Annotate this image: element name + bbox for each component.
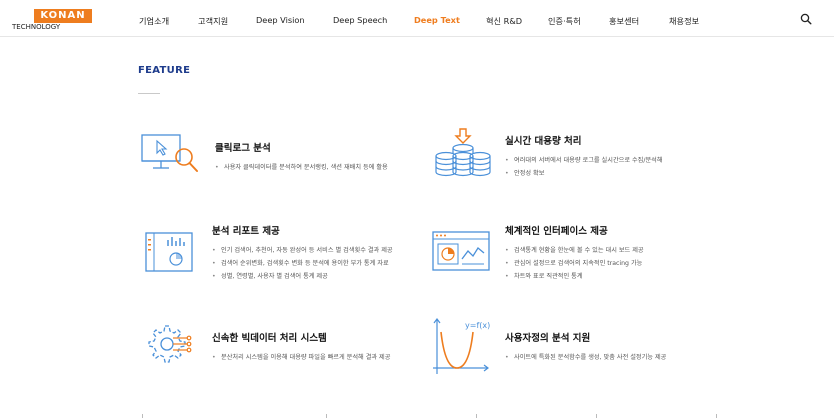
function-label: y=f(x) [465, 321, 490, 330]
list-item: 안정성 확보 [505, 167, 663, 180]
function-graph-icon: y=f(x) [433, 318, 490, 374]
feature-title: 신속한 빅데이터 처리 시스템 [212, 333, 327, 344]
section-title: FEATURE [138, 65, 191, 76]
edge-tick [596, 414, 597, 418]
nav-item-patents[interactable]: 인증·특허 [548, 15, 581, 27]
nav-item-deep-speech[interactable]: Deep Speech [333, 15, 387, 25]
feature-title: 체계적인 인터페이스 제공 [505, 226, 608, 237]
feature-bullets: 검색통계 현황을 한눈에 볼 수 있는 대시 보드 제공 관심어 설정으로 검색… [505, 244, 644, 283]
feature-bullets: 분산처리 시스템을 이용해 대용량 파일을 빠르게 분석해 결과 제공 [212, 351, 390, 364]
feature-title: 분석 리포트 제공 [212, 226, 280, 237]
nav-item-deep-text[interactable]: Deep Text [414, 15, 460, 25]
gear-circuit-icon [148, 325, 192, 363]
list-item: 성별, 연령별, 사용자 별 검색어 통계 제공 [212, 270, 393, 283]
list-item: 사용자 클릭데이터를 분석하여 문서랭킹, 색션 재배치 등에 활용 [215, 161, 388, 174]
edge-tick [716, 414, 717, 418]
main-nav: 기업소개 고객지원 Deep Vision Deep Speech Deep T… [0, 0, 834, 37]
list-item: 사이트에 특화된 분석함수를 생성, 맞춤 사전 설정기능 제공 [505, 351, 666, 364]
list-item: 여러대의 서버에서 대용량 로그를 실시간으로 수집/분석해 [505, 154, 663, 167]
nav-item-support[interactable]: 고객지원 [198, 15, 228, 27]
list-item: 관심어 설정으로 검색어의 지속적인 tracing 가능 [505, 257, 644, 270]
list-item: 분산처리 시스템을 이용해 대용량 파일을 빠르게 분석해 결과 제공 [212, 351, 390, 364]
nav-item-deep-vision[interactable]: Deep Vision [256, 15, 305, 25]
nav-item-company[interactable]: 기업소개 [139, 15, 169, 27]
edge-tick [326, 414, 327, 418]
nav-item-careers[interactable]: 채용정보 [669, 15, 699, 27]
list-item: 검색통계 현황을 한눈에 볼 수 있는 대시 보드 제공 [505, 244, 644, 257]
report-chart-icon [145, 232, 193, 272]
edge-tick [142, 414, 143, 418]
search-icon[interactable] [800, 13, 812, 25]
list-item: 인기 검색어, 추천어, 자동 완성어 등 서비스 별 검색횟수 결과 제공 [212, 244, 393, 257]
list-item: 검색어 순위변화, 검색횟수 변화 등 분석에 용이한 부가 통계 자료 [212, 257, 393, 270]
nav-item-pr-center[interactable]: 홍보센터 [609, 15, 639, 27]
section-divider [138, 93, 160, 94]
feature-bullets: 여러대의 서버에서 대용량 로그를 실시간으로 수집/분석해 안정성 확보 [505, 154, 663, 180]
next-section-edge [0, 414, 834, 418]
database-coins-icon [435, 128, 491, 177]
monitor-search-icon [141, 134, 198, 172]
top-navigation-bar: KONAN TECHNOLOGY 기업소개 고객지원 Deep Vision D… [0, 0, 834, 37]
dashboard-window-icon [432, 231, 490, 271]
feature-bullets: 인기 검색어, 추천어, 자동 완성어 등 서비스 별 검색횟수 결과 제공 검… [212, 244, 393, 283]
nav-item-rnd[interactable]: 혁신 R&D [486, 15, 522, 27]
feature-title: 실시간 대용량 처리 [505, 136, 582, 147]
edge-tick [476, 414, 477, 418]
list-item: 차트와 표로 직관적인 통계 [505, 270, 644, 283]
feature-title: 사용자정의 분석 지원 [505, 333, 591, 344]
feature-bullets: 사용자 클릭데이터를 분석하여 문서랭킹, 색션 재배치 등에 활용 [215, 161, 388, 174]
feature-title: 클릭로그 분석 [215, 143, 271, 154]
feature-bullets: 사이트에 특화된 분석함수를 생성, 맞춤 사전 설정기능 제공 [505, 351, 666, 364]
